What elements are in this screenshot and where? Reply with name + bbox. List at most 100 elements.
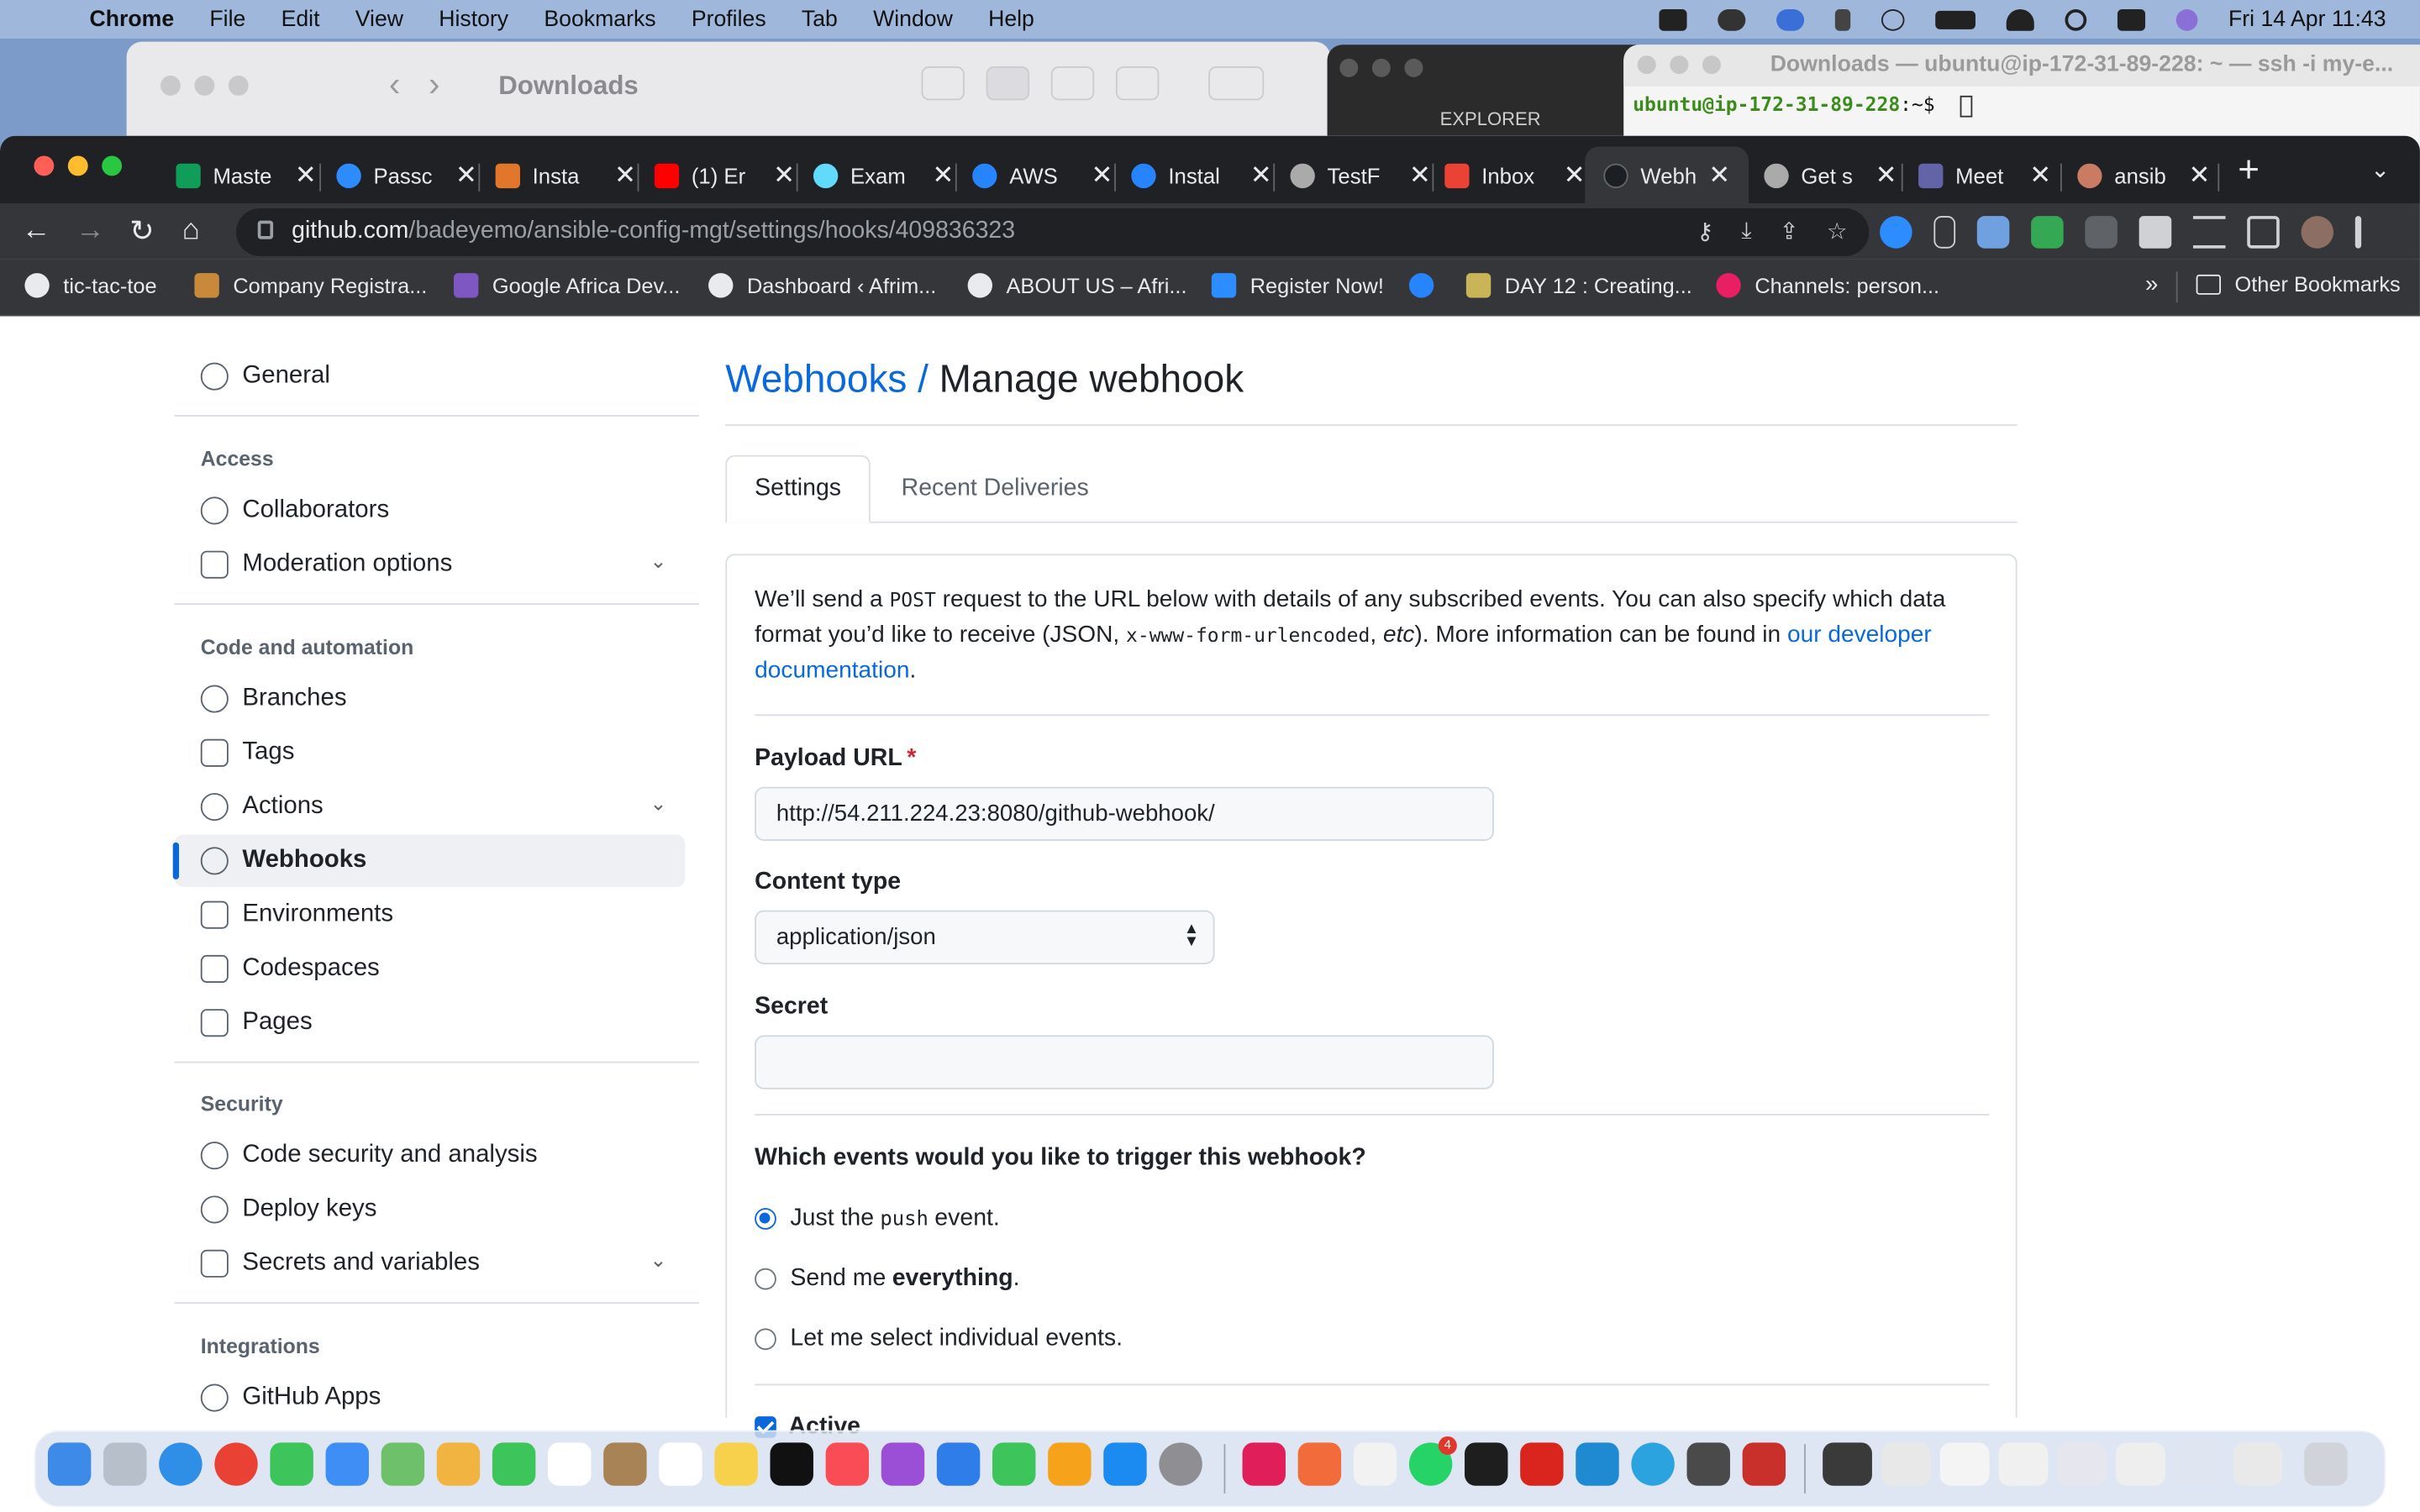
browser-tab[interactable]: Insta ✕ (495, 146, 636, 203)
document-dock-icon[interactable] (1353, 1442, 1397, 1486)
browser-tab[interactable]: Maste ✕ (176, 146, 317, 203)
close-tab-icon[interactable]: ✕ (1708, 160, 1730, 191)
sidebar-item-general[interactable]: General (175, 350, 686, 402)
close-tab-icon[interactable]: ✕ (455, 160, 477, 191)
menu-file[interactable]: File (209, 7, 245, 31)
content-type-select[interactable]: application/json ▲ ▼ (755, 910, 1215, 964)
photos-dock-icon[interactable] (436, 1442, 481, 1486)
browser-tab[interactable]: Exam ✕ (813, 146, 955, 203)
telegram-dock-icon[interactable] (1631, 1442, 1675, 1486)
cloud-status-icon[interactable] (1718, 8, 1746, 30)
finder-nav-arrows-icon[interactable]: ‹ › (389, 65, 440, 105)
menu-edit[interactable]: Edit (281, 7, 320, 31)
close-tab-icon[interactable]: ✕ (1876, 160, 1897, 191)
side-panel-icon[interactable] (2247, 216, 2280, 249)
pdf-dock-icon[interactable] (1742, 1442, 1786, 1486)
share-icon[interactable]: ⇪ (1780, 218, 1799, 245)
sidebar-item-github-apps[interactable]: GitHub Apps (175, 1372, 686, 1424)
chevron-down-icon[interactable]: ⌄ (650, 1248, 666, 1273)
sidebar-item-environments[interactable]: Environments (175, 889, 686, 941)
sync-status-icon[interactable] (1776, 8, 1804, 30)
sidebar-item-webhooks[interactable]: Webhooks (172, 834, 686, 888)
bookmark-item[interactable]: DAY 12 : Creating... (1465, 273, 1692, 298)
forward-arrow-icon[interactable]: → (76, 214, 105, 248)
control-center-icon[interactable] (2117, 8, 2145, 30)
calendar-dock-icon[interactable] (548, 1442, 592, 1486)
secret-input[interactable] (755, 1035, 1494, 1089)
sidebar-item-moderation[interactable]: Moderation options ⌄ (175, 538, 686, 591)
browser-tab[interactable]: Meet ✕ (1918, 146, 2051, 203)
browser-tab[interactable]: Get s ✕ (1764, 146, 1897, 203)
password-key-icon[interactable]: ⚷ (1697, 218, 1713, 245)
browser-tab[interactable]: Instal ✕ (1131, 146, 1272, 203)
tv-dock-icon[interactable] (770, 1442, 813, 1486)
menu-history[interactable]: History (439, 7, 508, 31)
puzzle-extensions-icon[interactable] (2139, 216, 2172, 249)
notes-dock-icon[interactable] (714, 1442, 758, 1486)
chevron-down-icon[interactable]: ⌄ (650, 791, 666, 816)
radio-push[interactable] (755, 1208, 776, 1230)
close-window-icon[interactable] (34, 155, 55, 176)
now-playing-icon[interactable] (1881, 8, 1905, 30)
minimize-window-icon[interactable] (67, 155, 88, 176)
menubar-clock[interactable]: Fri 14 Apr 11:43 (2228, 7, 2386, 31)
rocket-extension-icon[interactable] (1976, 216, 2010, 249)
sidebar-item-actions[interactable]: Actions ⌄ (175, 780, 686, 832)
address-bar[interactable]: github.com/badeyemo/ansible-config-mgt/s… (236, 207, 1870, 256)
bookmark-item[interactable]: tic-tac-toe (24, 273, 157, 298)
browser-tab[interactable]: Inbox ✕ (1444, 146, 1586, 203)
home-icon[interactable]: ⌂ (182, 214, 200, 248)
other-bookmarks[interactable]: Other Bookmarks (2196, 273, 2401, 297)
close-tab-icon[interactable]: ✕ (932, 160, 954, 191)
pages-dock-icon[interactable] (1048, 1442, 1092, 1486)
browser-tab[interactable]: (1) Er ✕ (654, 146, 795, 203)
elephant-dock-icon[interactable] (1686, 1442, 1730, 1486)
close-tab-icon[interactable]: ✕ (295, 160, 317, 191)
bookmark-star-icon[interactable]: ☆ (1827, 218, 1848, 245)
sidebar-item-deploy-keys[interactable]: Deploy keys (175, 1184, 686, 1236)
window-thumbnail-icon[interactable] (2116, 1442, 2165, 1486)
keynote-dock-icon[interactable] (936, 1442, 981, 1486)
window-thumbnail-icon[interactable] (2057, 1442, 2107, 1486)
battery-icon[interactable] (1935, 9, 1975, 29)
event-option-push[interactable]: Just the push event. (755, 1205, 1000, 1232)
event-option-everything[interactable]: Send me everything. (755, 1265, 1020, 1293)
podcasts-dock-icon[interactable] (881, 1442, 925, 1486)
sidebar-item-branches[interactable]: Branches (175, 673, 686, 725)
menu-window[interactable]: Window (873, 7, 953, 31)
bookmark-item[interactable] (1408, 273, 1448, 298)
address-bar-url[interactable]: github.com/badeyemo/ansible-config-mgt/s… (292, 218, 1015, 245)
window-thumbnail-icon[interactable] (1881, 1442, 1931, 1486)
lock-icon[interactable] (257, 220, 274, 239)
numbers-dock-icon[interactable] (992, 1442, 1036, 1486)
back-arrow-icon[interactable]: ← (22, 214, 51, 248)
bookmark-item[interactable]: Register Now! (1211, 273, 1384, 298)
code-extension-icon[interactable] (2085, 216, 2118, 249)
terminal-window-controls[interactable] (1637, 55, 1721, 75)
terminal-dock-icon[interactable] (1465, 1442, 1508, 1486)
wps-status-icon[interactable] (1659, 8, 1687, 30)
maps-dock-icon[interactable] (381, 1442, 425, 1486)
close-tab-icon[interactable]: ✕ (1092, 160, 1113, 191)
colorful-extension-icon[interactable] (2031, 216, 2064, 249)
close-tab-icon[interactable]: ✕ (773, 160, 795, 191)
bookmark-item[interactable]: ABOUT US – Afri... (967, 273, 1187, 298)
sidebar-item-codespaces[interactable]: Codespaces (175, 942, 686, 995)
slack-dock-icon[interactable] (1242, 1442, 1286, 1486)
payload-url-input[interactable]: http://54.211.224.23:8080/github-webhook… (755, 786, 1494, 842)
pen-app-dock-icon[interactable] (1297, 1442, 1342, 1486)
window-thumbnail-icon[interactable] (1939, 1442, 1990, 1486)
bluetooth-icon[interactable] (1834, 8, 1851, 30)
wifi-icon[interactable] (2006, 8, 2034, 30)
messages-dock-icon[interactable] (270, 1442, 313, 1486)
vscode-window-controls[interactable] (1339, 58, 1423, 77)
sidebar-item-secrets[interactable]: Secrets and variables ⌄ (175, 1237, 686, 1289)
window-thumbnail-icon[interactable] (1998, 1442, 2049, 1486)
app-store-dock-icon[interactable] (1103, 1442, 1147, 1486)
new-tab-plus-icon[interactable]: + (2238, 150, 2260, 192)
install-app-icon[interactable]: ⤓ (1741, 218, 1751, 245)
terminal-prompt[interactable]: ubuntu@ip-172-31-89-228:~$ (1633, 92, 1972, 117)
device-extension-icon[interactable] (1933, 216, 1956, 249)
spotlight-search-icon[interactable] (2065, 8, 2087, 30)
safari-dock-icon[interactable] (159, 1442, 203, 1486)
